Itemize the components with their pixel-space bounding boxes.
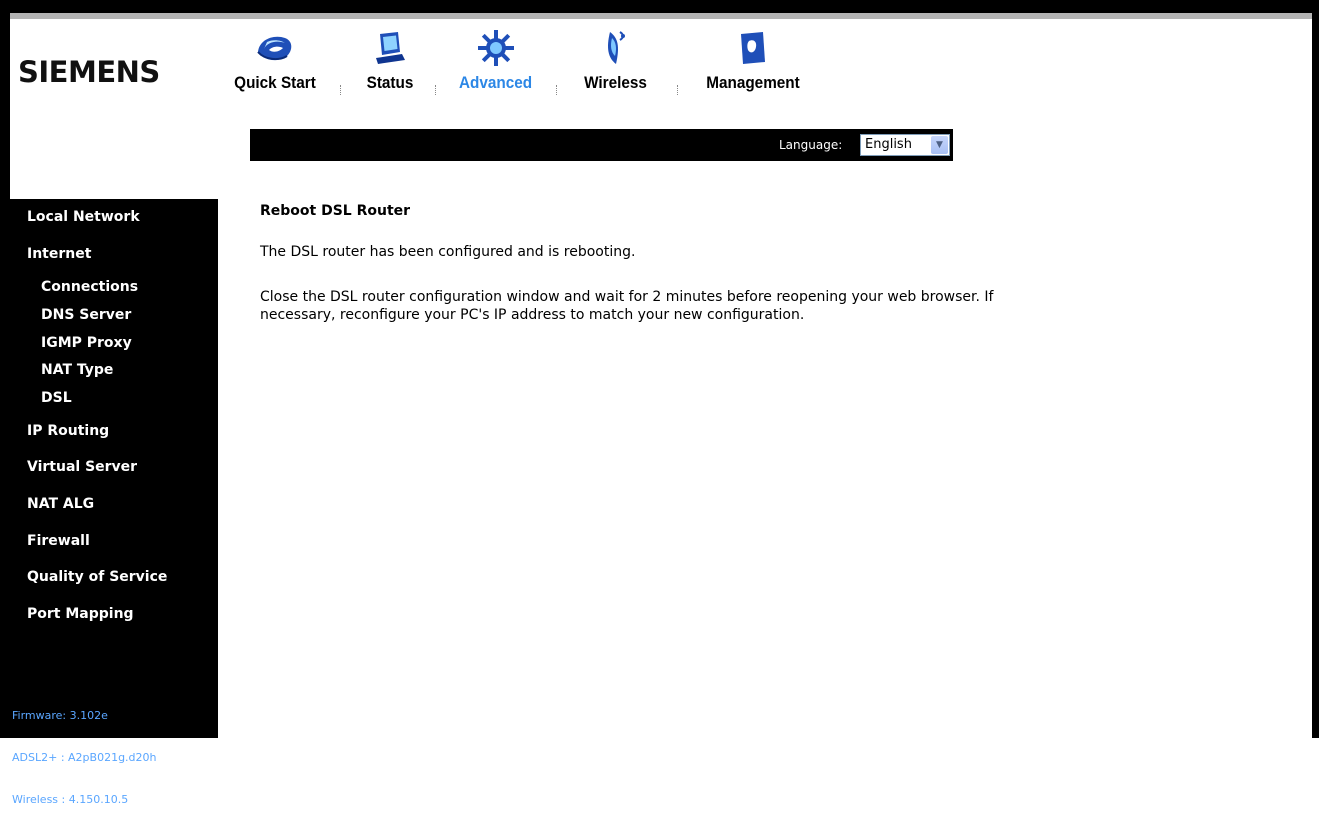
- window-left-border: [0, 0, 10, 738]
- sidebar-item-nat-alg[interactable]: NAT ALG: [27, 496, 94, 512]
- nav-status[interactable]: Status: [355, 28, 425, 93]
- adsl-version: ADSL2+ : A2pB021g.d20h: [12, 751, 157, 764]
- window-right-border: [1312, 0, 1319, 738]
- sidebar-item-ip-routing[interactable]: IP Routing: [27, 423, 109, 439]
- book-icon: [741, 32, 765, 64]
- top-shadow: [0, 13, 1312, 19]
- nav-management-label: Management: [706, 73, 800, 92]
- sidebar-item-firewall[interactable]: Firewall: [27, 533, 90, 549]
- chip-icon: [477, 30, 514, 66]
- nav-separator: [556, 85, 558, 95]
- sidebar-item-dsl[interactable]: DSL: [41, 390, 72, 406]
- mouse-icon: [257, 36, 292, 61]
- language-label: Language:: [779, 138, 843, 152]
- sidebar: Local Network Internet Connections DNS S…: [10, 199, 218, 806]
- sidebar-item-internet[interactable]: Internet: [27, 246, 91, 262]
- reboot-status-text: The DSL router has been configured and i…: [260, 244, 636, 260]
- monitor-icon: [376, 32, 405, 64]
- language-select[interactable]: English ▼: [860, 134, 950, 156]
- chevron-down-icon[interactable]: ▼: [931, 136, 948, 154]
- nav-status-label: Status: [366, 73, 414, 92]
- wireless-version: Wireless : 4.150.10.5: [12, 793, 129, 806]
- firmware-info: Firmware: 3.102e ADSL2+ : A2pB021g.d20h …: [12, 681, 157, 835]
- language-select-value: English: [865, 137, 912, 152]
- reboot-instructions-text: Close the DSL router configuration windo…: [260, 289, 994, 323]
- nav-separator: [435, 85, 437, 95]
- nav-separator: [340, 85, 342, 95]
- window-top-border: [0, 0, 1319, 13]
- sidebar-item-nat-type[interactable]: NAT Type: [41, 362, 113, 378]
- nav-quick-start[interactable]: Quick Start: [225, 28, 325, 93]
- nav-advanced-label: Advanced: [458, 73, 533, 92]
- sidebar-item-igmp-proxy[interactable]: IGMP Proxy: [41, 335, 132, 351]
- wireless-signal-icon: [607, 31, 625, 64]
- firmware-version: Firmware: 3.102e: [12, 709, 108, 722]
- nav-separator: [677, 85, 679, 95]
- nav-wireless[interactable]: Wireless: [573, 28, 658, 93]
- sidebar-item-quality-of-service[interactable]: Quality of Service: [27, 569, 167, 585]
- nav-quick-start-label: Quick Start: [234, 73, 316, 92]
- language-bar: Language: English ▼: [250, 129, 953, 161]
- sidebar-item-virtual-server[interactable]: Virtual Server: [27, 459, 137, 475]
- nav-advanced[interactable]: Advanced: [448, 28, 543, 93]
- sidebar-item-port-mapping[interactable]: Port Mapping: [27, 606, 134, 622]
- sidebar-item-connections[interactable]: Connections: [41, 279, 138, 295]
- page-title: Reboot DSL Router: [260, 203, 411, 219]
- siemens-logo: SIEMENS: [18, 55, 160, 89]
- sidebar-item-local-network[interactable]: Local Network: [27, 209, 140, 225]
- nav-wireless-label: Wireless: [584, 73, 647, 92]
- sidebar-item-dns-server[interactable]: DNS Server: [41, 307, 131, 323]
- nav-management[interactable]: Management: [693, 28, 813, 93]
